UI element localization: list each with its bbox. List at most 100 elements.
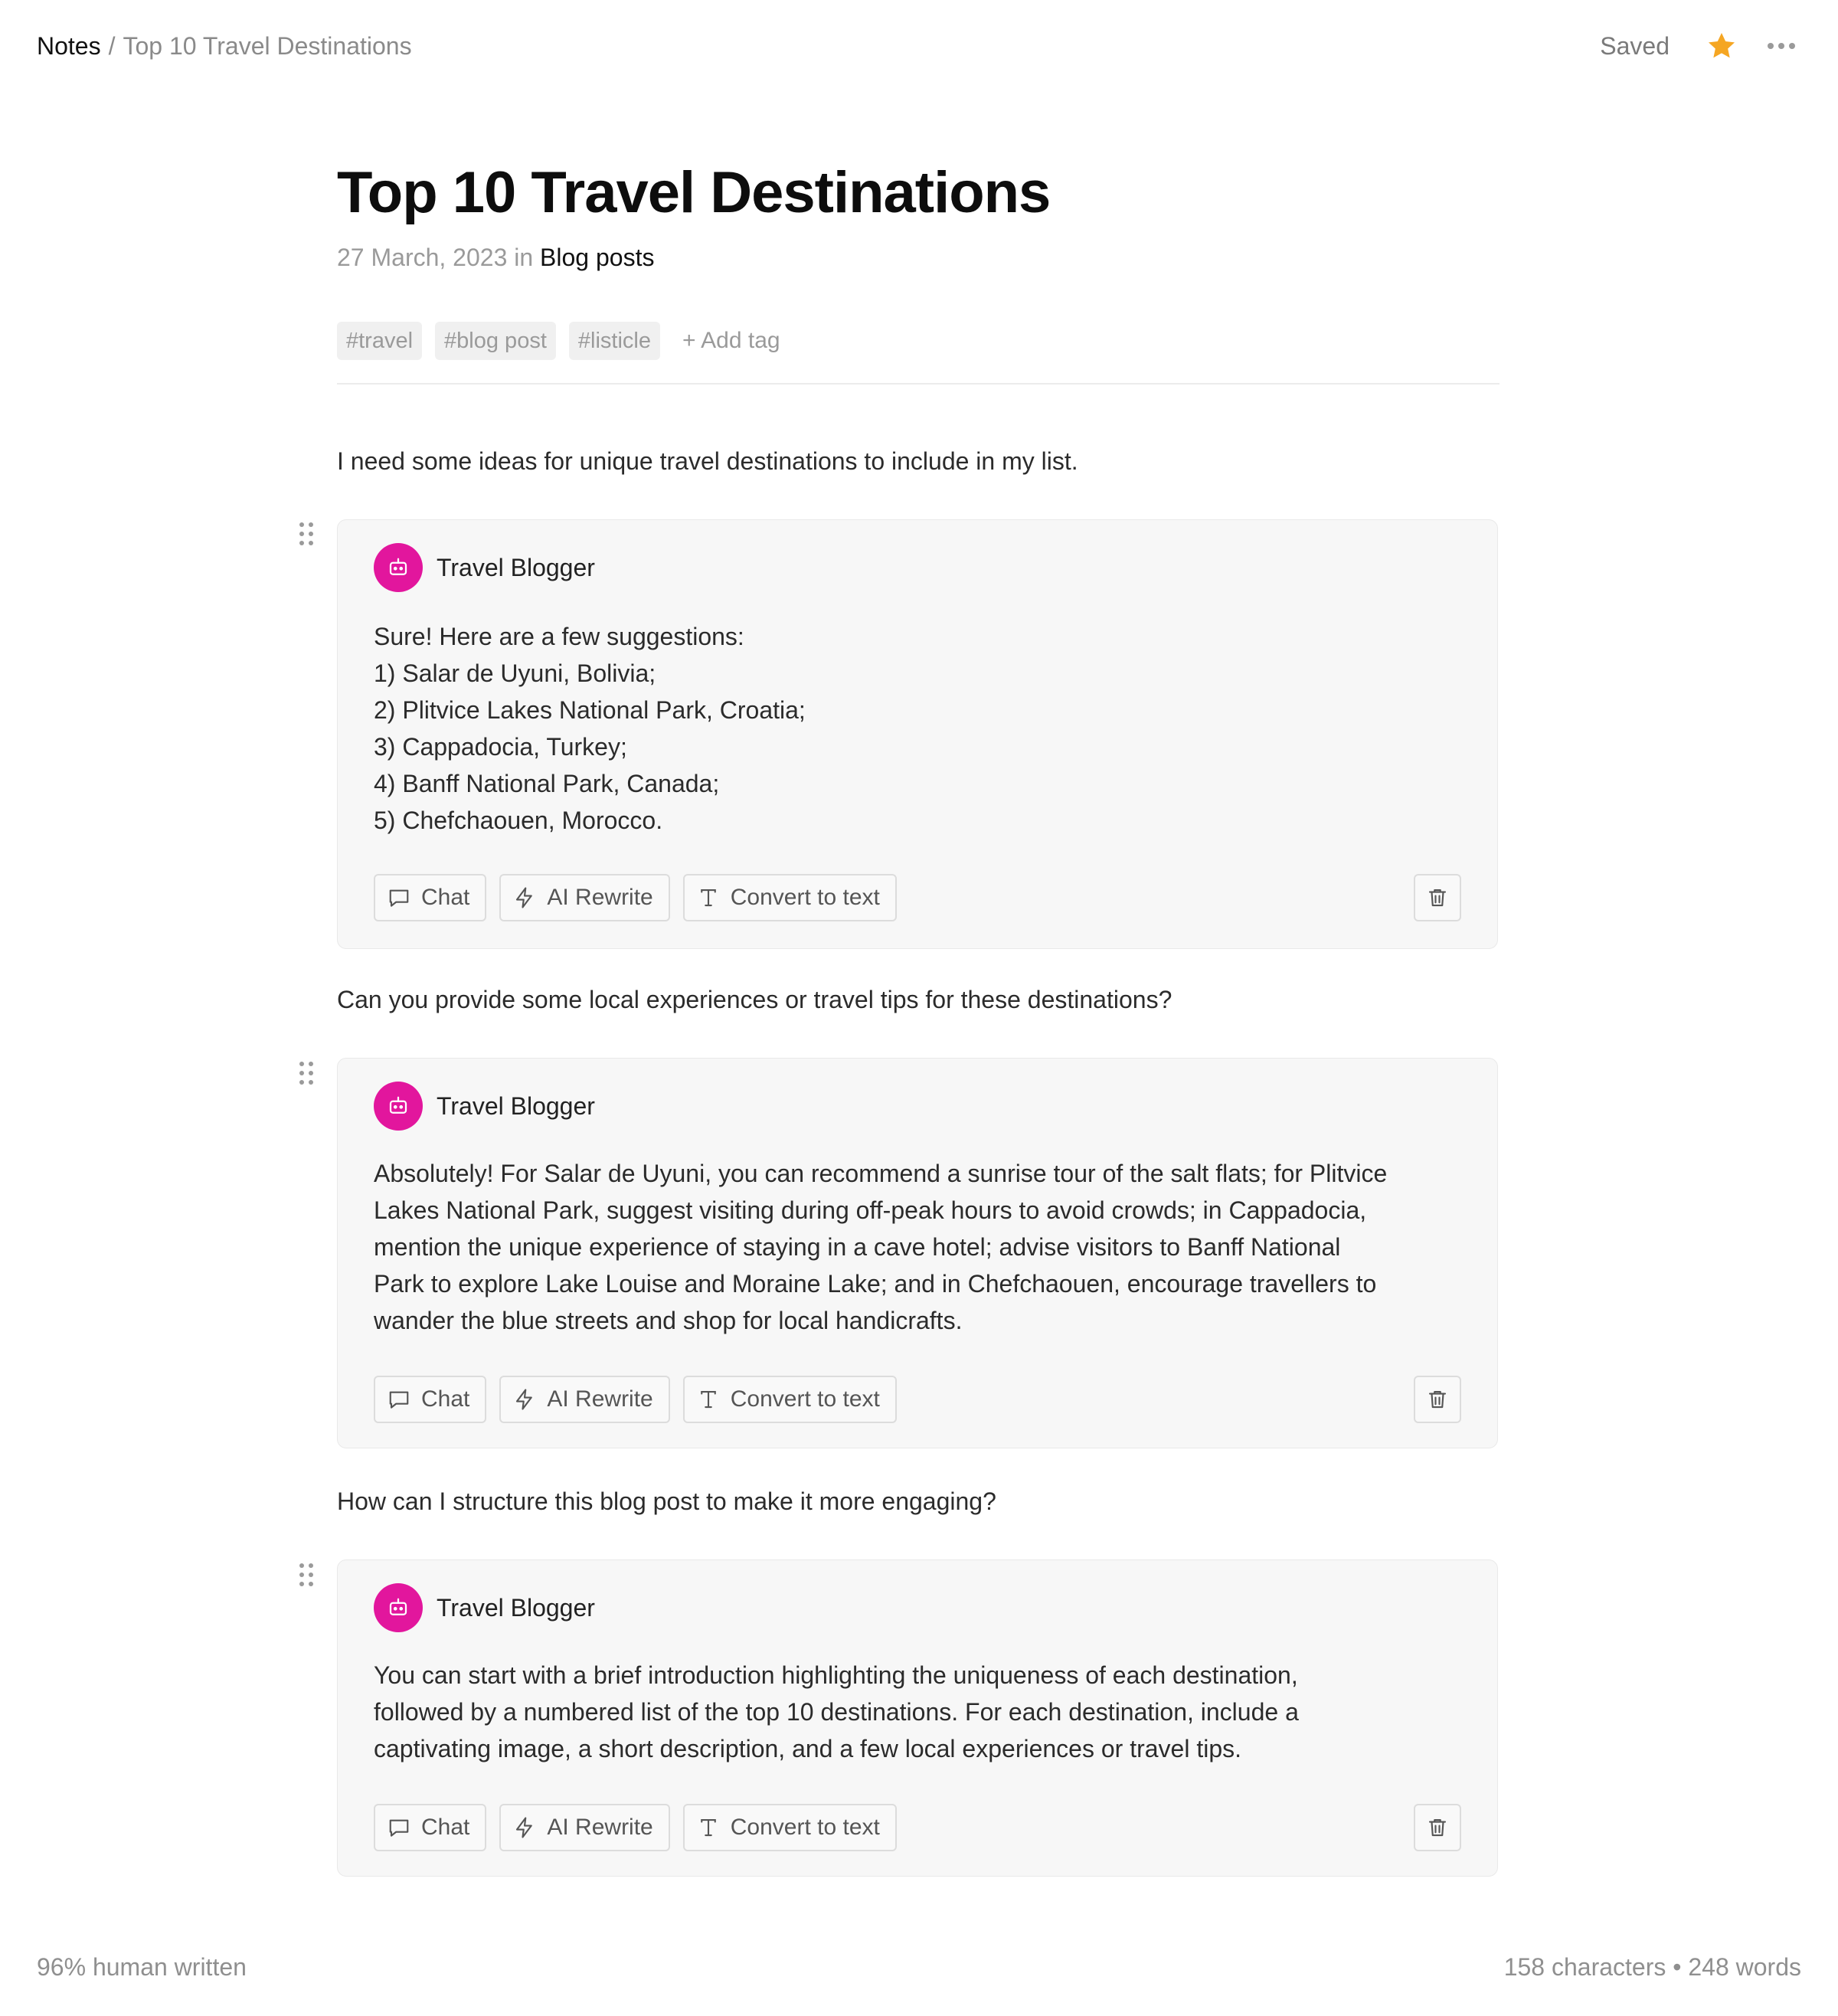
response-line: followed by a numbered list of the top 1… <box>374 1698 1299 1726</box>
delete-button[interactable] <box>1414 874 1461 921</box>
chat-button-label: Chat <box>421 885 470 910</box>
category-link[interactable]: Blog posts <box>540 244 654 271</box>
document-meta: 27 March, 2023 in Blog posts <box>337 244 654 272</box>
response-line: 4) Banff National Park, Canada; <box>374 770 720 797</box>
ai-rewrite-button[interactable]: AI Rewrite <box>499 874 670 921</box>
ai-rewrite-button-label: AI Rewrite <box>547 885 653 910</box>
breadcrumb: Notes / Top 10 Travel Destinations <box>37 32 412 61</box>
avatar <box>374 543 423 592</box>
chat-icon <box>389 889 409 907</box>
word-count: 158 characters • 248 words <box>1503 1953 1801 1981</box>
star-icon <box>1709 33 1735 58</box>
robot-icon <box>389 1598 407 1615</box>
meta-in-word: in <box>514 244 534 271</box>
drag-handle-icon <box>299 1062 313 1085</box>
convert-to-text-button[interactable]: Convert to text <box>682 1376 897 1423</box>
ai-rewrite-button[interactable]: AI Rewrite <box>499 1804 670 1851</box>
convert-to-text-button[interactable]: Convert to text <box>682 874 897 921</box>
drag-handle[interactable] <box>297 1060 316 1086</box>
response-line: wander the blue streets and shop for loc… <box>374 1307 963 1334</box>
convert-to-text-button-label: Convert to text <box>730 1386 880 1412</box>
chat-button[interactable]: Chat <box>374 1804 487 1851</box>
bot-name: Travel Blogger <box>437 553 595 581</box>
drag-handle-icon <box>299 1563 313 1586</box>
lightning-icon <box>516 887 533 908</box>
ai-response-card: Travel Blogger Sure! Here are a few sugg… <box>337 519 1498 949</box>
chat-button-label: Chat <box>421 1386 470 1412</box>
response-line: 1) Salar de Uyuni, Bolivia; <box>374 659 656 687</box>
response-line: captivating image, a short description, … <box>374 1735 1242 1762</box>
convert-to-text-button[interactable]: Convert to text <box>682 1804 897 1851</box>
card-header: Travel Blogger <box>374 543 595 592</box>
user-prompt[interactable]: How can I structure this blog post to ma… <box>337 1487 996 1516</box>
tag-listicle[interactable]: #listicle <box>568 322 660 360</box>
page-title[interactable]: Top 10 Travel Destinations <box>337 159 1051 226</box>
response-text[interactable]: Sure! Here are a few suggestions: 1) Sal… <box>374 618 1461 839</box>
text-type-icon <box>700 889 716 907</box>
ai-rewrite-button-label: AI Rewrite <box>547 1386 653 1412</box>
card-actions: Chat AI Rewrite Convert to text <box>374 874 910 921</box>
response-line: Absolutely! For Salar de Uyuni, you can … <box>374 1160 1388 1187</box>
response-line: 5) Chefchaouen, Morocco. <box>374 807 663 834</box>
delete-button[interactable] <box>1414 1804 1461 1851</box>
response-line: 3) Cappadocia, Turkey; <box>374 733 627 761</box>
response-line: Lakes National Park, suggest visiting du… <box>374 1196 1367 1224</box>
tag-blog-post[interactable]: #blog post <box>435 322 556 360</box>
response-line: 2) Plitvice Lakes National Park, Croatia… <box>374 696 806 724</box>
trash-icon <box>1428 1390 1447 1409</box>
top-bar: Notes / Top 10 Travel Destinations Saved <box>37 23 1801 69</box>
response-text[interactable]: Absolutely! For Salar de Uyuni, you can … <box>374 1155 1461 1339</box>
trash-icon <box>1428 889 1447 907</box>
robot-icon <box>389 1096 407 1114</box>
document-date: 27 March, 2023 <box>337 244 508 271</box>
breadcrumb-current: Top 10 Travel Destinations <box>123 31 412 60</box>
saved-status: Saved <box>1600 31 1670 60</box>
divider <box>337 383 1500 385</box>
top-actions: Saved <box>1600 28 1801 64</box>
response-line: Sure! Here are a few suggestions: <box>374 623 744 650</box>
ai-rewrite-button[interactable]: AI Rewrite <box>499 1376 670 1423</box>
convert-to-text-button-label: Convert to text <box>730 885 880 910</box>
tag-list: #travel #blog post #listicle + Add tag <box>337 322 780 360</box>
card-header: Travel Blogger <box>374 1583 595 1632</box>
response-text[interactable]: You can start with a brief introduction … <box>374 1657 1461 1767</box>
chat-button-label: Chat <box>421 1815 470 1840</box>
chat-icon <box>389 1391 409 1409</box>
add-tag-button[interactable]: + Add tag <box>682 328 780 354</box>
avatar <box>374 1583 423 1632</box>
card-actions: Chat AI Rewrite Convert to text <box>374 1376 910 1423</box>
more-horizontal-icon <box>1768 43 1795 49</box>
text-type-icon <box>700 1818 716 1837</box>
trash-icon <box>1428 1818 1447 1837</box>
breadcrumb-notes-link[interactable]: Notes <box>37 32 101 61</box>
drag-handle[interactable] <box>297 521 316 547</box>
chat-button[interactable]: Chat <box>374 1376 487 1423</box>
bot-name: Travel Blogger <box>437 1593 595 1622</box>
convert-to-text-button-label: Convert to text <box>730 1815 880 1840</box>
drag-handle-icon <box>299 522 313 545</box>
chat-icon <box>389 1819 409 1837</box>
star-button[interactable] <box>1703 28 1740 64</box>
card-header: Travel Blogger <box>374 1082 595 1131</box>
user-prompt[interactable]: I need some ideas for unique travel dest… <box>337 447 1078 476</box>
drag-handle[interactable] <box>297 1562 316 1588</box>
more-options-button[interactable] <box>1761 28 1801 64</box>
tag-travel[interactable]: #travel <box>337 322 423 360</box>
lightning-icon <box>516 1817 533 1838</box>
user-prompt[interactable]: Can you provide some local experiences o… <box>337 986 1172 1014</box>
breadcrumb-separator: / <box>108 31 116 60</box>
bot-name: Travel Blogger <box>437 1091 595 1120</box>
robot-icon <box>389 558 407 575</box>
delete-button[interactable] <box>1414 1376 1461 1423</box>
card-actions: Chat AI Rewrite Convert to text <box>374 1804 910 1851</box>
lightning-icon <box>516 1389 533 1410</box>
human-written-indicator: 96% human written <box>37 1953 247 1981</box>
response-line: Park to explore Lake Louise and Moraine … <box>374 1270 1377 1298</box>
ai-rewrite-button-label: AI Rewrite <box>547 1815 653 1840</box>
text-type-icon <box>700 1390 716 1409</box>
response-line: You can start with a brief introduction … <box>374 1661 1298 1689</box>
avatar <box>374 1082 423 1131</box>
response-line: mention the unique experience of staying… <box>374 1233 1341 1261</box>
ai-response-card: Travel Blogger You can start with a brie… <box>337 1559 1498 1877</box>
chat-button[interactable]: Chat <box>374 874 487 921</box>
